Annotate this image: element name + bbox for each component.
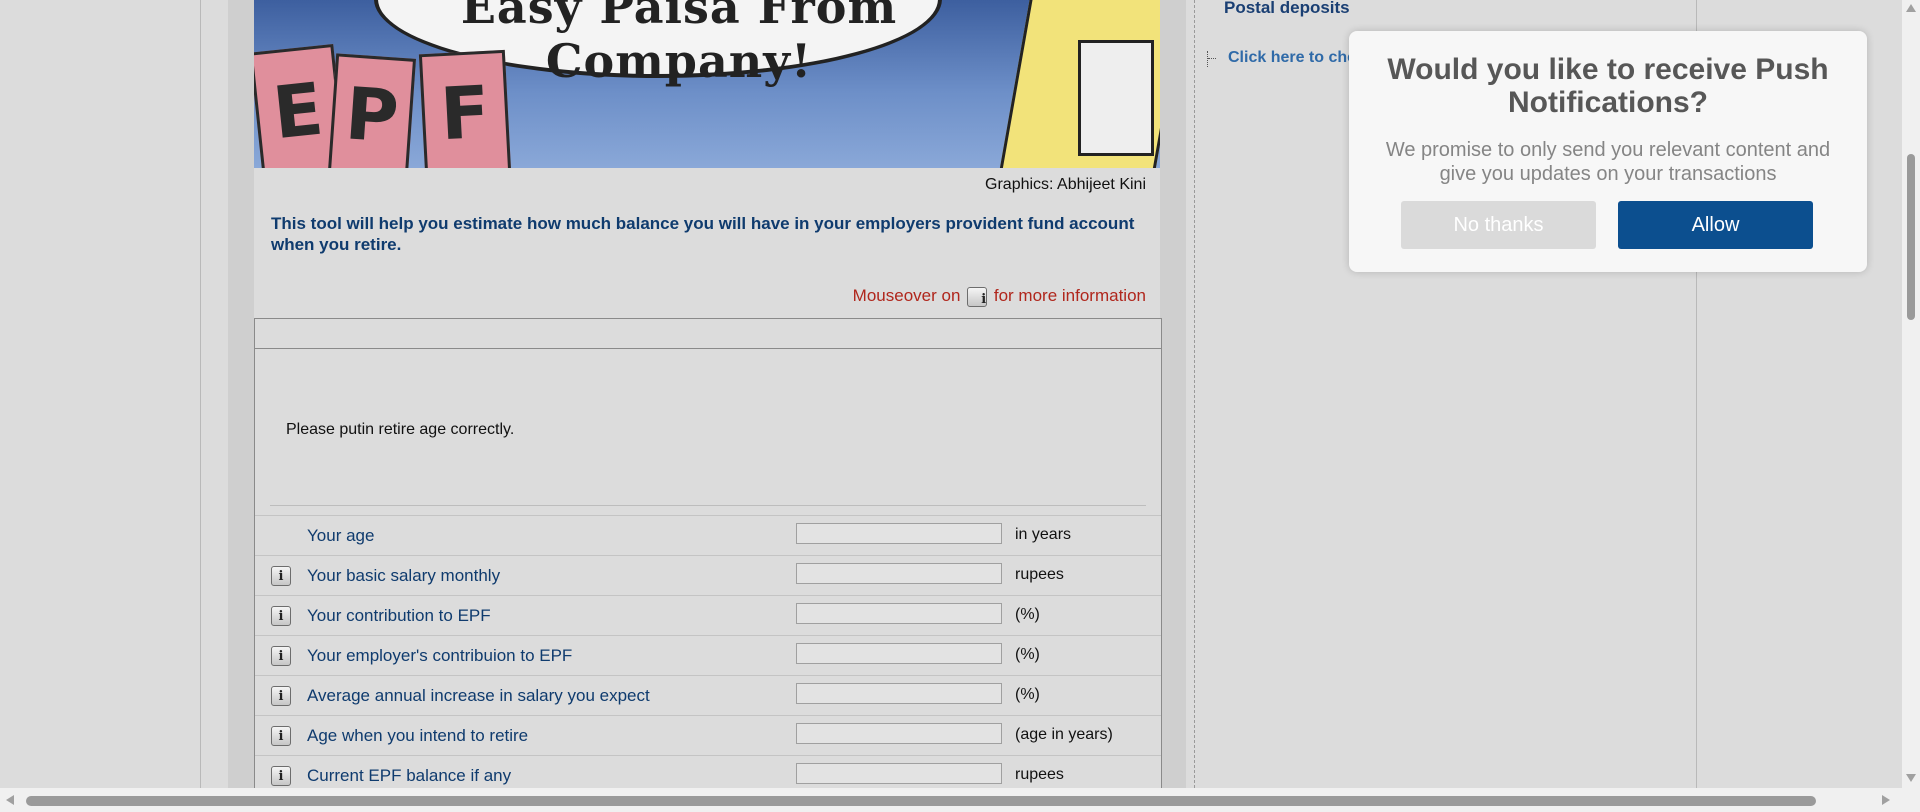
info-icon[interactable]: i xyxy=(271,726,291,746)
row-label: Average annual increase in salary you ex… xyxy=(307,686,650,705)
banner-illustration: Easy Paisa From Company! E P F xyxy=(254,0,1160,168)
info-icon: i xyxy=(967,286,988,307)
row-label: Your contribution to EPF xyxy=(307,606,491,625)
employer-contribution-input[interactable] xyxy=(796,643,1002,664)
message-divider xyxy=(270,505,1146,506)
mouseover-suffix: for more information xyxy=(993,286,1146,305)
mouseover-prefix: Mouseover on xyxy=(852,286,961,305)
current-balance-input[interactable] xyxy=(796,763,1002,784)
row-label: Age when you intend to retire xyxy=(307,726,529,745)
sidebar-link[interactable]: Click here to che xyxy=(1228,49,1350,67)
horizontal-scrollbar[interactable] xyxy=(0,788,1902,812)
dialog-subtitle: We promise to only send you relevant con… xyxy=(1385,139,1831,185)
row-unit: rupees xyxy=(1015,766,1064,783)
postal-deposits-heading[interactable]: Postal deposits xyxy=(1224,0,1350,18)
form-row-employer-contribution: i Your employer's contribuion to EPF (%) xyxy=(255,635,1161,675)
intro-text: This tool will help you estimate how muc… xyxy=(271,214,1135,254)
mouseover-hint: Mouseover on i for more information xyxy=(254,286,1146,307)
row-unit: (age in years) xyxy=(1015,726,1113,743)
row-unit: (%) xyxy=(1015,606,1040,623)
scrollbar-corner xyxy=(1902,788,1920,812)
row-unit: (%) xyxy=(1015,646,1040,663)
scroll-down-icon[interactable] xyxy=(1906,774,1916,782)
graphics-credit: Graphics: Abhijeet Kini xyxy=(985,176,1146,193)
validation-message: Please putin retire age correctly. xyxy=(286,421,515,438)
your-contribution-input[interactable] xyxy=(796,603,1002,624)
scroll-up-icon[interactable] xyxy=(1906,4,1916,12)
no-thanks-button[interactable]: No thanks xyxy=(1401,201,1596,249)
epf-calculator-form: Please putin retire age correctly. Your … xyxy=(254,318,1162,789)
form-header-bar xyxy=(255,319,1161,349)
salary-increase-input[interactable] xyxy=(796,683,1002,704)
info-icon[interactable]: i xyxy=(271,766,291,786)
info-icon[interactable]: i xyxy=(271,646,291,666)
left-gutter xyxy=(0,0,201,788)
row-label: Your employer's contribuion to EPF xyxy=(307,646,573,665)
scroll-right-icon[interactable] xyxy=(1882,795,1890,805)
push-notification-dialog: Would you like to receive Push Notificat… xyxy=(1349,31,1867,272)
row-unit: (%) xyxy=(1015,686,1040,703)
row-unit: rupees xyxy=(1015,566,1064,583)
allow-button[interactable]: Allow xyxy=(1618,201,1813,249)
retire-age-input[interactable] xyxy=(796,723,1002,744)
age-input[interactable] xyxy=(796,523,1002,544)
vertical-scrollbar[interactable] xyxy=(1902,0,1920,788)
row-label: Current EPF balance if any xyxy=(307,766,512,785)
row-label: Your age xyxy=(307,526,375,545)
epf-card-p: P xyxy=(327,53,417,168)
dialog-title: Would you like to receive Push Notificat… xyxy=(1387,53,1829,119)
form-row-retire-age: i Age when you intend to retire (age in … xyxy=(255,715,1161,755)
column-divider xyxy=(1194,0,1195,788)
tree-connector-icon xyxy=(1207,51,1218,67)
info-icon[interactable]: i xyxy=(271,606,291,626)
info-icon[interactable]: i xyxy=(271,686,291,706)
basic-salary-input[interactable] xyxy=(796,563,1002,584)
info-icon[interactable]: i xyxy=(271,566,291,586)
form-row-salary-increase: i Average annual increase in salary you … xyxy=(255,675,1161,715)
form-row-age: Your age in years xyxy=(255,515,1161,555)
row-label: Your basic salary monthly xyxy=(307,566,501,585)
form-row-your-contribution: i Your contribution to EPF (%) xyxy=(255,595,1161,635)
scroll-left-icon[interactable] xyxy=(6,795,14,805)
form-row-basic-salary: i Your basic salary monthly rupees xyxy=(255,555,1161,595)
horizontal-scroll-thumb[interactable] xyxy=(26,796,1816,806)
vertical-scroll-thumb[interactable] xyxy=(1907,154,1915,320)
row-unit: in years xyxy=(1015,526,1072,543)
cartoon-figure-detail xyxy=(1078,40,1154,156)
epf-card-f: F xyxy=(418,49,512,168)
